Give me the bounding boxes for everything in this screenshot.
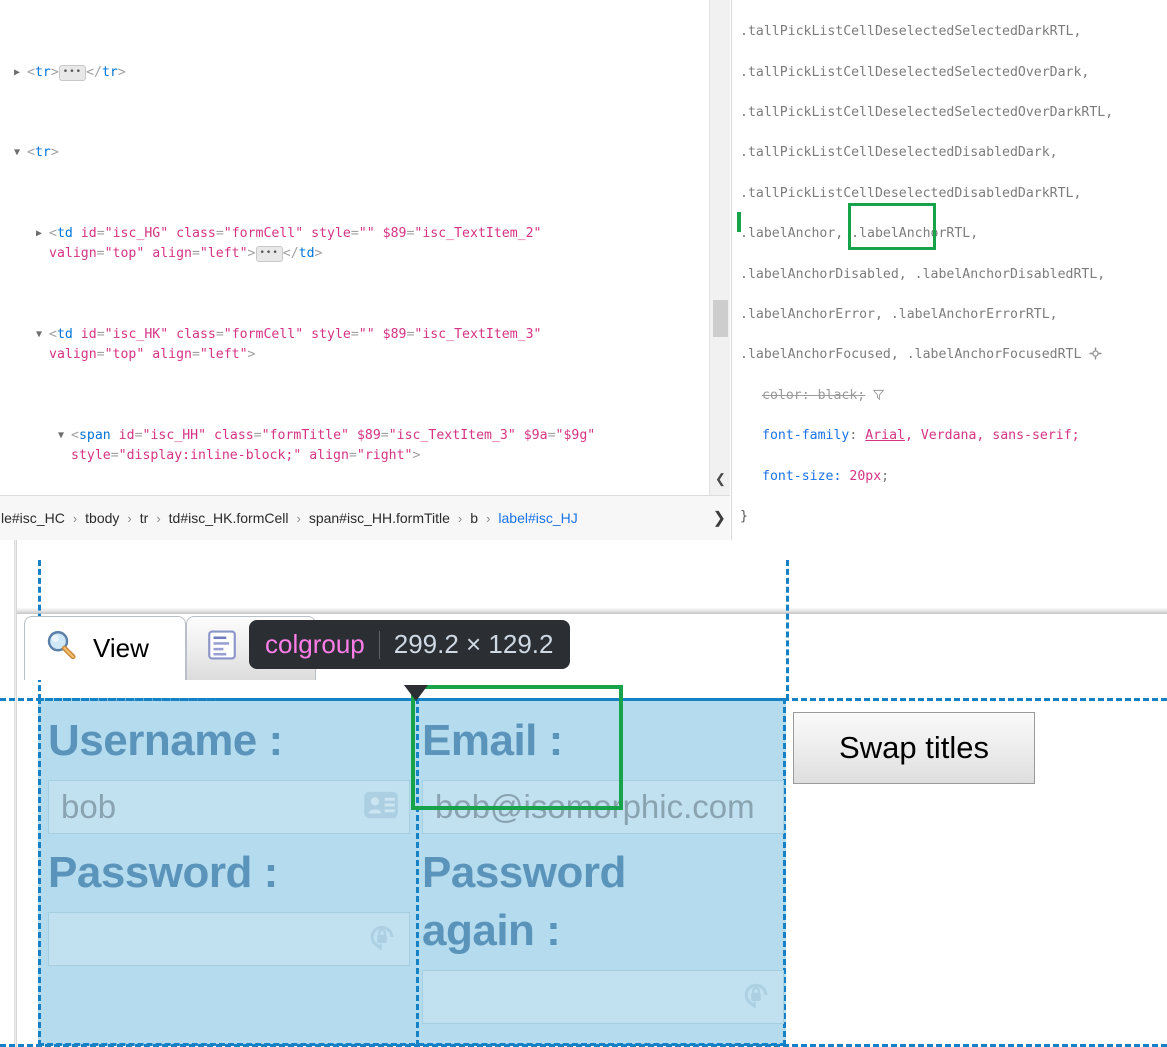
breadcrumb-separator: › (296, 510, 301, 526)
tooltip-arrow (404, 685, 428, 701)
css-selector[interactable]: .tallPickListCellDeselectedSelectedDarkR… (740, 22, 1167, 42)
inspector-tooltip: colgroup 299.2 × 129.2 (249, 620, 570, 669)
css-selector[interactable]: .tallPickListCellDeselectedDisabledDark, (740, 143, 1167, 163)
field-label-password-again: Password again : (422, 844, 672, 960)
field-value-username: bob (61, 788, 117, 825)
breadcrumb-separator: › (486, 510, 491, 526)
swap-titles-button[interactable]: Swap titles (793, 712, 1035, 784)
document-list-icon (205, 628, 239, 669)
dom-tree-pane[interactable]: ▶ <tr> ••• </tr> ▼ <tr> ▶ <td id="isc_HG" cla… (0, 0, 709, 495)
target-icon[interactable] (1089, 347, 1102, 360)
field-input-password-again[interactable] (422, 970, 784, 1024)
dom-tree-scrollbar[interactable]: ❮ (709, 0, 730, 495)
field-input-username[interactable]: bob (48, 780, 410, 834)
element-highlight-box (411, 685, 623, 810)
expand-ellipsis-icon[interactable]: ••• (58, 64, 87, 81)
breadcrumb-item[interactable]: tbody (84, 510, 120, 526)
expand-ellipsis-icon[interactable]: ••• (255, 246, 283, 263)
filter-icon[interactable] (872, 387, 885, 401)
css-selector[interactable]: .tallPickListCellDeselectedDisabledDarkR… (740, 184, 1167, 204)
page-divider-top (17, 608, 1167, 614)
field-label-username: Username : (48, 716, 283, 765)
breadcrumb[interactable]: le#isc_HC › tbody › tr › td#isc_HK.formC… (0, 495, 730, 540)
field-label-password: Password : (48, 848, 278, 897)
inspector-guide-right (786, 560, 789, 700)
swap-titles-button-label: Swap titles (839, 730, 989, 765)
breadcrumb-item[interactable]: le#isc_HC (0, 510, 66, 526)
tooltip-tag-name: colgroup (265, 629, 365, 659)
page-divider-top-right (1040, 608, 1167, 614)
css-selector[interactable]: .labelAnchorDisabled, .labelAnchorDisabl… (740, 265, 1167, 285)
tooltip-divider (378, 630, 380, 659)
breadcrumb-item[interactable]: b (469, 510, 479, 526)
dom-line[interactable]: ▼ <span id="isc_HH" class="formTitle" $89… (0, 426, 709, 466)
tab-view-label: View (93, 633, 149, 663)
dom-line[interactable]: ▶ <tr> ••• </tr> (0, 63, 709, 83)
breadcrumb-separator: › (156, 510, 161, 526)
css-selector[interactable]: .tallPickListCellDeselectedSelectedOverD… (740, 63, 1167, 83)
breadcrumb-item[interactable]: span#isc_HH.formTitle (308, 510, 451, 526)
magnifier-icon (43, 627, 79, 670)
id-card-icon[interactable] (363, 790, 399, 825)
chevron-down-icon[interactable]: ❮ (710, 469, 731, 489)
scrollbar-thumb[interactable] (713, 300, 728, 337)
breadcrumb-item[interactable]: td#isc_HK.formCell (168, 510, 290, 526)
dom-tree-code: ▶ <tr> ••• </tr> ▼ <tr> ▶ <td id="isc_HG" cla… (0, 0, 709, 495)
lock-reset-icon[interactable] (739, 978, 773, 1017)
tab-view[interactable]: View (24, 616, 186, 680)
breadcrumb-item[interactable]: tr (139, 510, 150, 526)
dom-line[interactable]: ▶ <td id="isc_HG" class="formCell" style=… (0, 224, 709, 264)
css-selector[interactable]: .labelAnchorError, .labelAnchorErrorRTL, (740, 305, 1167, 325)
tooltip-dimensions: 299.2 × 129.2 (393, 629, 554, 659)
css-selector[interactable]: .tallPickListCellDeselectedSelectedOverD… (740, 103, 1167, 123)
breadcrumb-separator: › (457, 510, 463, 526)
font-size-value[interactable]: 20px (849, 469, 881, 484)
breadcrumb-overflow-icon[interactable]: ❯ (713, 508, 730, 528)
css-selector[interactable]: .labelAnchor, .labelAnchorRTL, (740, 224, 1167, 244)
page-left-edge (14, 540, 17, 1047)
css-declaration-color[interactable]: color: black; (762, 388, 865, 403)
devtools-panel: ▶ <tr> ••• </tr> ▼ <tr> ▶ <td id="isc_HG" cla… (0, 0, 1167, 540)
breadcrumb-separator: › (127, 510, 132, 526)
breadcrumb-item-active[interactable]: label#isc_HJ (497, 510, 578, 526)
field-input-password[interactable] (48, 912, 410, 966)
css-selector[interactable]: .labelAnchorFocused, .labelAnchorFocused… (740, 347, 1081, 362)
screenshot-root: ▶ <tr> ••• </tr> ▼ <tr> ▶ <td id="isc_HG" cla… (0, 0, 1167, 1047)
page-viewport: View Username : bob Password: Email: b… (0, 540, 1167, 1047)
dom-line[interactable]: ▼ <tr> (0, 143, 709, 163)
breadcrumb-separator: › (72, 510, 78, 526)
css-rule-block[interactable]: .tallPickListCellDeselectedSelectedDarkR… (732, 0, 1167, 540)
change-indicator-bar (737, 212, 741, 232)
dom-line[interactable]: ▼ <td id="isc_HK" class="formCell" style=… (0, 325, 709, 365)
lock-reset-icon[interactable] (365, 920, 399, 959)
css-rules-pane[interactable]: .tallPickListCellDeselectedSelectedDarkR… (731, 0, 1167, 540)
field-label-password-again-text: Password again : (422, 848, 626, 955)
